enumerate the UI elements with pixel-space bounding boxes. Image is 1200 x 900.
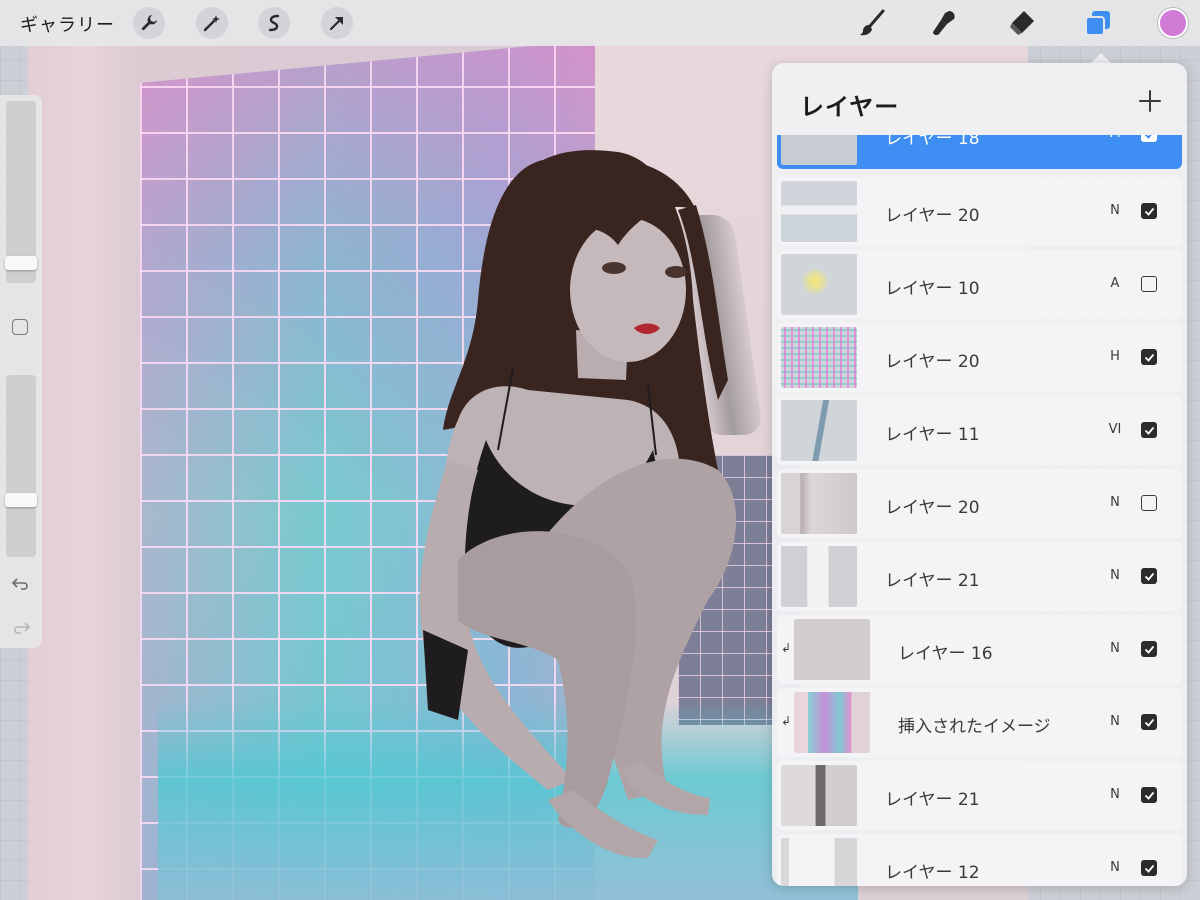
selection-icon[interactable] bbox=[258, 7, 290, 39]
layer-name: レイヤー 11 bbox=[885, 425, 980, 445]
layer-thumbnail bbox=[781, 546, 857, 607]
magic-wand-icon[interactable] bbox=[196, 7, 228, 39]
gallery-button[interactable]: ギャラリー bbox=[20, 11, 115, 37]
layer-blend-mode[interactable]: N bbox=[1105, 495, 1125, 510]
layer-visibility-checkbox[interactable] bbox=[1141, 135, 1157, 142]
layer-visibility-checkbox[interactable] bbox=[1141, 641, 1157, 657]
layer-thumbnail bbox=[781, 327, 857, 388]
layer-name: レイヤー 20 bbox=[885, 498, 980, 518]
layer-visibility-checkbox[interactable] bbox=[1141, 787, 1157, 803]
smudge-icon[interactable] bbox=[926, 5, 962, 41]
layer-name: レイヤー 10 bbox=[885, 279, 980, 299]
layer-visibility-checkbox[interactable] bbox=[1141, 714, 1157, 730]
layer-blend-mode[interactable]: H bbox=[1105, 349, 1125, 364]
layer-thumbnail bbox=[794, 619, 870, 680]
layer-row[interactable]: レイヤー 21 N bbox=[777, 761, 1182, 830]
brush-size-slider[interactable] bbox=[5, 101, 37, 283]
opacity-slider[interactable] bbox=[5, 375, 37, 557]
layer-blend-mode[interactable]: N bbox=[1105, 714, 1125, 729]
layer-row[interactable]: レイヤー 20 N bbox=[777, 469, 1182, 538]
clipping-mask-icon: ↲ bbox=[781, 714, 792, 728]
layer-thumbnail bbox=[781, 765, 857, 826]
plus-icon[interactable] bbox=[1136, 87, 1164, 115]
layer-visibility-checkbox[interactable] bbox=[1141, 860, 1157, 876]
layer-row-selected[interactable]: レイヤー 18 M bbox=[777, 135, 1182, 169]
layers-panel-title: レイヤー bbox=[800, 93, 900, 121]
clipping-mask-icon: ↲ bbox=[781, 641, 792, 655]
layers-panel: レイヤー レイヤー 18 M レイヤー 20 N レイヤー 10 A レイヤー … bbox=[772, 63, 1187, 886]
layer-thumbnail bbox=[781, 838, 857, 886]
layer-blend-mode[interactable]: N bbox=[1105, 860, 1125, 875]
opacity-thumb[interactable] bbox=[5, 493, 37, 507]
layer-blend-mode[interactable]: N bbox=[1105, 641, 1125, 656]
layer-row-clipped[interactable]: ↲ 挿入されたイメージ N bbox=[777, 688, 1182, 757]
layer-visibility-checkbox[interactable] bbox=[1141, 422, 1157, 438]
color-swatch[interactable] bbox=[1158, 8, 1188, 38]
layer-visibility-checkbox[interactable] bbox=[1141, 203, 1157, 219]
brush-size-thumb[interactable] bbox=[5, 256, 37, 270]
layer-thumbnail bbox=[781, 473, 857, 534]
brush-icon[interactable] bbox=[854, 5, 890, 41]
layer-blend-mode[interactable]: N bbox=[1105, 787, 1125, 802]
layer-blend-mode[interactable]: VI bbox=[1105, 422, 1125, 437]
layer-name: レイヤー 21 bbox=[885, 790, 980, 810]
left-sidebar bbox=[0, 95, 42, 648]
layer-thumbnail bbox=[781, 181, 857, 242]
layer-visibility-checkbox[interactable] bbox=[1141, 568, 1157, 584]
layer-blend-mode[interactable]: M bbox=[1105, 135, 1125, 141]
layer-row-clipped[interactable]: ↲ レイヤー 16 N bbox=[777, 615, 1182, 684]
wrench-icon[interactable] bbox=[133, 7, 165, 39]
transform-arrow-icon[interactable] bbox=[321, 7, 353, 39]
layer-name: レイヤー 18 bbox=[885, 135, 980, 149]
layer-name: レイヤー 12 bbox=[885, 863, 980, 883]
layer-row[interactable]: レイヤー 20 N bbox=[777, 177, 1182, 246]
layer-thumbnail bbox=[781, 254, 857, 315]
layers-icon[interactable] bbox=[1080, 5, 1116, 41]
redo-icon[interactable] bbox=[10, 617, 32, 639]
layer-row[interactable]: レイヤー 10 A bbox=[777, 250, 1182, 319]
layer-name: レイヤー 20 bbox=[885, 206, 980, 226]
layer-thumbnail bbox=[781, 400, 857, 461]
layer-row[interactable]: レイヤー 12 N bbox=[777, 834, 1182, 886]
layer-row[interactable]: レイヤー 11 VI bbox=[777, 396, 1182, 465]
modifier-square-icon[interactable] bbox=[12, 319, 28, 335]
layer-name: レイヤー 20 bbox=[885, 352, 980, 372]
layer-row[interactable]: レイヤー 20 H bbox=[777, 323, 1182, 392]
eraser-icon[interactable] bbox=[1004, 5, 1040, 41]
layer-name: レイヤー 21 bbox=[885, 571, 980, 591]
layer-visibility-checkbox[interactable] bbox=[1141, 495, 1157, 511]
undo-icon[interactable] bbox=[10, 573, 32, 595]
layer-thumbnail bbox=[781, 135, 857, 165]
layer-visibility-checkbox[interactable] bbox=[1141, 349, 1157, 365]
layer-blend-mode[interactable]: A bbox=[1105, 276, 1125, 291]
layer-visibility-checkbox[interactable] bbox=[1141, 276, 1157, 292]
layer-thumbnail bbox=[794, 692, 870, 753]
layer-list[interactable]: レイヤー 18 M レイヤー 20 N レイヤー 10 A レイヤー 20 H … bbox=[777, 135, 1182, 886]
layer-blend-mode[interactable]: N bbox=[1105, 203, 1125, 218]
layer-row[interactable]: レイヤー 21 N bbox=[777, 542, 1182, 611]
layer-name: レイヤー 16 bbox=[898, 644, 993, 664]
layer-blend-mode[interactable]: N bbox=[1105, 568, 1125, 583]
layer-name: 挿入されたイメージ bbox=[898, 717, 1051, 737]
top-toolbar: ギャラリー bbox=[0, 0, 1200, 46]
